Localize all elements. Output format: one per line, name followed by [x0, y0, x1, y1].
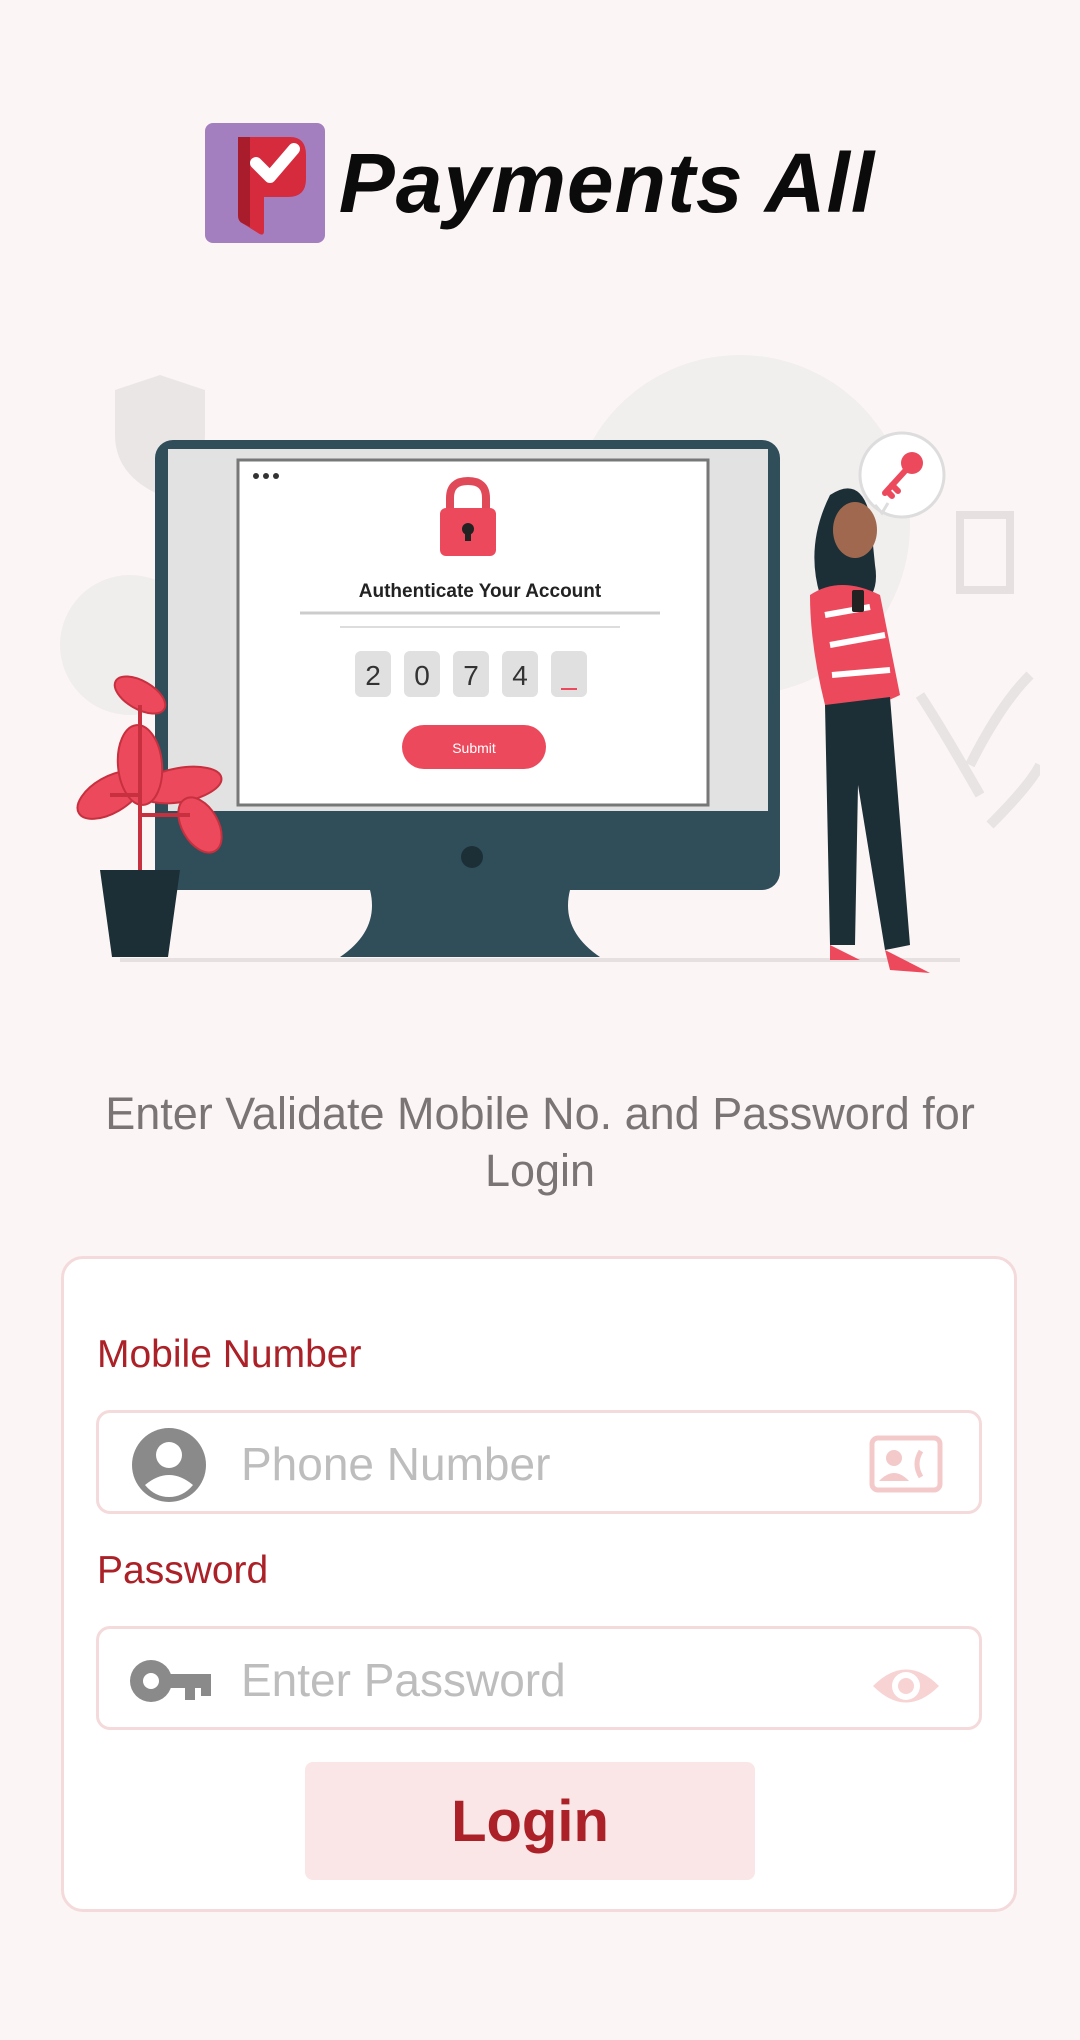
show-password-eye-icon[interactable] [869, 1657, 943, 1715]
password-field[interactable] [96, 1626, 982, 1730]
login-instruction: Enter Validate Mobile No. and Password f… [105, 1088, 975, 1196]
account-circle-icon [132, 1428, 206, 1502]
password-input[interactable] [239, 1641, 803, 1719]
app-header: Payments All [0, 120, 1080, 246]
app-title: Payments All [338, 135, 876, 230]
password-label: Password [97, 1549, 269, 1592]
otp-digit: 2 [365, 660, 381, 691]
otp-digit: 0 [414, 660, 430, 691]
otp-digit-box [551, 651, 587, 697]
mobile-number-field[interactable] [96, 1410, 982, 1514]
login-form: Mobile Number Password Lo [61, 1256, 1017, 1912]
phone-number-input[interactable] [239, 1425, 803, 1503]
screen-heading: Authenticate Your Account [359, 581, 602, 602]
otp-boxes: 2074 [355, 651, 587, 697]
screen-submit-label: Submit [452, 740, 496, 756]
otp-digit: 7 [463, 660, 479, 691]
login-illustration: Authenticate Your Account 2074 Submit [60, 355, 1040, 973]
otp-digit: 4 [512, 660, 528, 691]
app-logo-icon [204, 123, 325, 243]
key-icon [130, 1660, 211, 1702]
login-button[interactable]: Login [305, 1762, 755, 1880]
mobile-number-label: Mobile Number [97, 1333, 362, 1376]
contact-card-icon[interactable] [869, 1435, 943, 1493]
